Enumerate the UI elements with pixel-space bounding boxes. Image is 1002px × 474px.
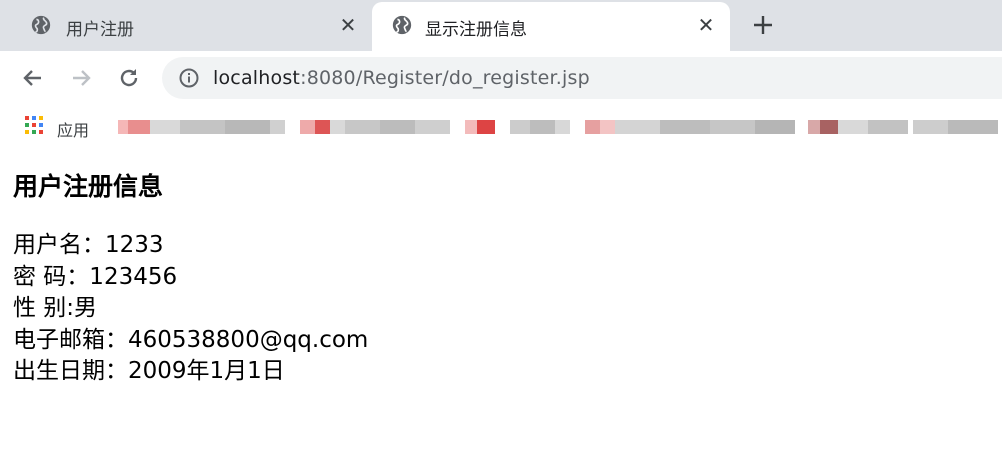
apps-grid-icon[interactable] xyxy=(24,115,44,135)
tab-title: 显示注册信息 xyxy=(425,20,527,40)
globe-icon xyxy=(392,15,412,35)
bookmark-item[interactable] xyxy=(465,105,575,145)
close-icon[interactable]: ✕ xyxy=(696,15,716,35)
url-host: localhost xyxy=(213,67,301,89)
globe-icon xyxy=(31,15,51,35)
back-arrow-icon[interactable] xyxy=(20,65,46,91)
password-line: 密 码：123456 xyxy=(13,263,178,290)
bookmark-item[interactable] xyxy=(585,105,795,145)
url-text[interactable]: localhost:8080/Register/do_register.jsp xyxy=(213,67,590,89)
tab-register[interactable]: 用户注册 ✕ xyxy=(0,0,372,51)
address-bar[interactable]: localhost:8080/Register/do_register.jsp xyxy=(162,57,1002,99)
page-content: 用户注册信息 用户名：1233 密 码：123456 性 别:男 电子邮箱：46… xyxy=(13,172,368,388)
reload-icon[interactable] xyxy=(116,65,142,91)
tab-strip: 用户注册 ✕ 显示注册信息 ✕ xyxy=(0,0,1002,51)
new-tab-button[interactable] xyxy=(749,11,777,39)
page-heading: 用户注册信息 xyxy=(13,172,164,201)
plus-icon xyxy=(754,16,772,34)
bookmark-item[interactable] xyxy=(118,105,288,145)
bookmarks-bar: 应用 xyxy=(0,105,1002,145)
close-icon[interactable]: ✕ xyxy=(338,15,358,35)
url-path: :8080/Register/do_register.jsp xyxy=(300,67,590,89)
email-line: 电子邮箱：460538800@qq.com xyxy=(13,326,369,353)
tab-display-info[interactable]: 显示注册信息 ✕ xyxy=(372,2,730,51)
apps-bookmark-label[interactable]: 应用 xyxy=(57,117,89,141)
birthdate-line: 出生日期：2009年1月1日 xyxy=(13,358,285,384)
info-icon[interactable] xyxy=(178,67,200,89)
tab-title: 用户注册 xyxy=(66,20,134,40)
bookmark-item[interactable] xyxy=(300,105,450,145)
toolbar: localhost:8080/Register/do_register.jsp xyxy=(0,51,1002,105)
gender-line: 性 别:男 xyxy=(13,295,98,321)
bookmark-item[interactable] xyxy=(808,105,1002,145)
username-line: 用户名：1233 xyxy=(13,232,164,258)
forward-arrow-icon[interactable] xyxy=(68,65,94,91)
